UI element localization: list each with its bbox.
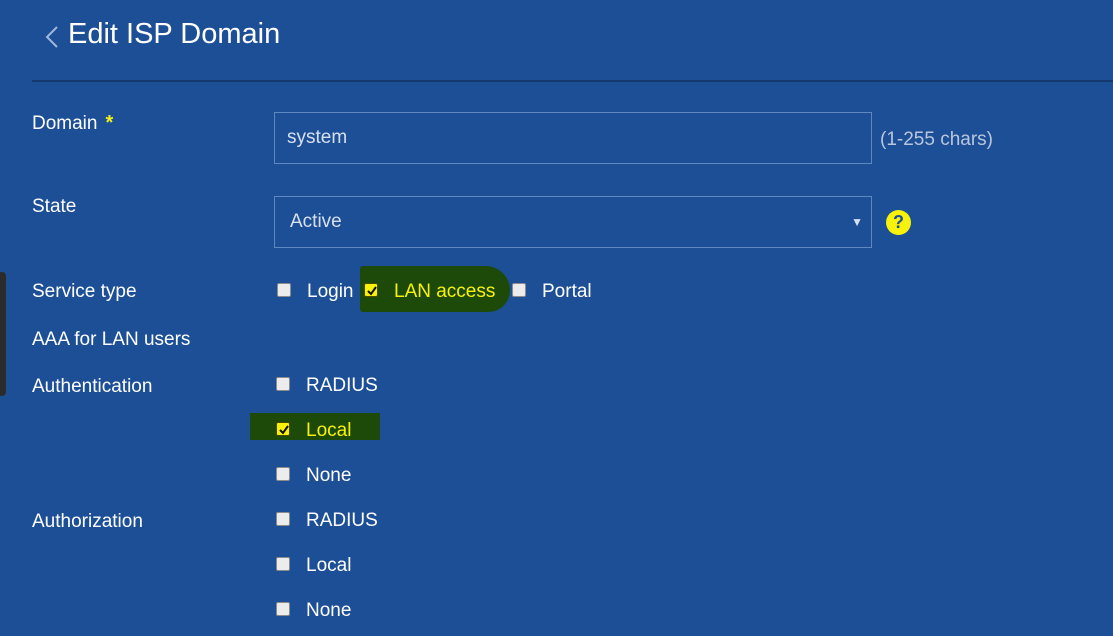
side-panel-tab[interactable] — [0, 272, 6, 396]
page-header: Edit ISP Domain — [32, 0, 1113, 82]
state-label: State — [32, 196, 77, 217]
domain-length-hint: (1-255 chars) — [880, 129, 993, 150]
state-select-value: Active — [290, 211, 342, 232]
authorization-local-label[interactable]: Local — [306, 555, 351, 577]
aaa-section-label: AAA for LAN users — [32, 329, 191, 350]
login-checkbox[interactable] — [277, 283, 291, 297]
lan-access-option-label[interactable]: LAN access — [394, 281, 495, 303]
authorization-radius-label[interactable]: RADIUS — [306, 510, 378, 532]
domain-label-text: Domain — [32, 113, 98, 134]
authorization-none-checkbox[interactable] — [276, 602, 290, 616]
authentication-none-checkbox[interactable] — [276, 467, 290, 481]
chevron-left-icon[interactable] — [42, 25, 66, 49]
page-title: Edit ISP Domain — [68, 18, 281, 50]
authentication-local-label[interactable]: Local — [306, 420, 351, 442]
authorization-label: Authorization — [32, 511, 143, 532]
authentication-none-label[interactable]: None — [306, 465, 351, 487]
portal-checkbox[interactable] — [512, 283, 526, 297]
state-select[interactable]: Active ▼ — [274, 196, 872, 248]
service-type-label: Service type — [32, 281, 137, 302]
authorization-radius-checkbox[interactable] — [276, 512, 290, 526]
help-icon[interactable]: ? — [886, 210, 911, 235]
domain-label: Domain * — [32, 112, 113, 135]
authorization-local-checkbox[interactable] — [276, 557, 290, 571]
authentication-radius-label[interactable]: RADIUS — [306, 375, 378, 397]
login-option-label[interactable]: Login — [307, 281, 354, 303]
portal-option-label[interactable]: Portal — [542, 281, 592, 303]
authorization-none-label[interactable]: None — [306, 600, 351, 622]
required-star: * — [105, 112, 114, 134]
dropdown-arrow-icon: ▼ — [851, 215, 863, 229]
authentication-radius-checkbox[interactable] — [276, 377, 290, 391]
authentication-local-checkbox[interactable] — [276, 422, 290, 436]
authentication-label: Authentication — [32, 376, 153, 397]
domain-input[interactable] — [274, 112, 872, 164]
lan-access-checkbox[interactable] — [364, 283, 378, 297]
